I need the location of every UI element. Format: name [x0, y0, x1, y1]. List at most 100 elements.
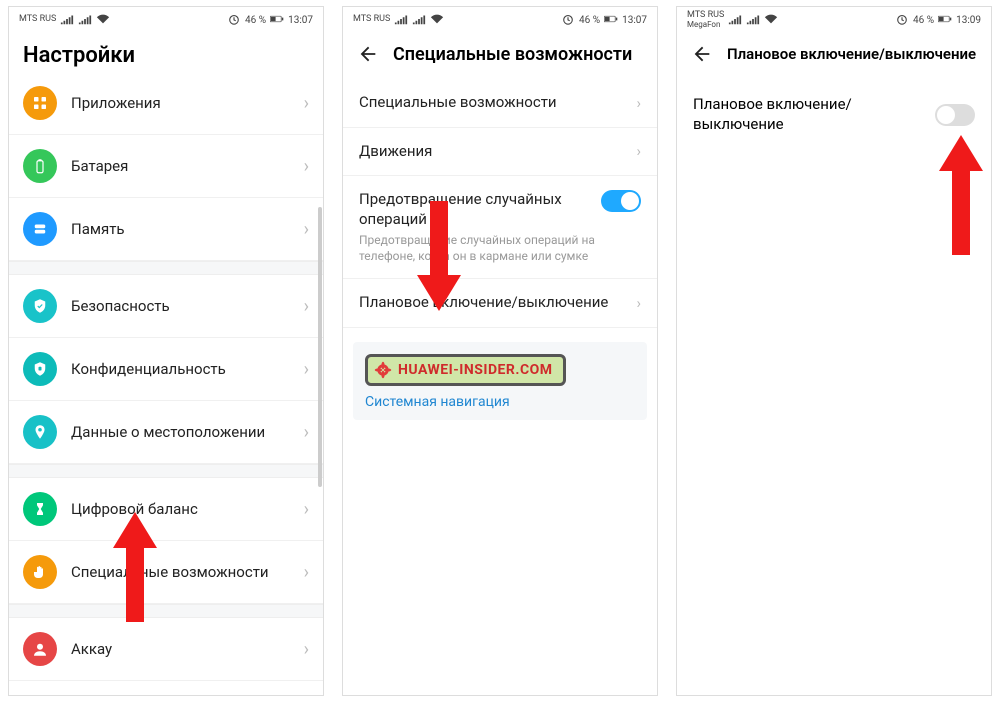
apps-icon	[23, 86, 57, 120]
list-item-motions[interactable]: Движения ›	[343, 128, 657, 177]
status-bar: MTS RUS 46 % 13:07	[9, 7, 323, 33]
battery-icon	[938, 13, 952, 28]
chevron-right-icon: ›	[304, 359, 309, 380]
list-item-label: Приложения	[71, 94, 296, 113]
toggle-label: Плановое включение/выключение	[693, 95, 935, 134]
chevron-right-icon: ›	[304, 422, 309, 443]
clock-time: 13:07	[622, 15, 647, 26]
list-item-location[interactable]: Данные о местоположении ›	[9, 401, 323, 464]
back-icon[interactable]	[357, 43, 379, 65]
phone-screen-accessibility: MTS RUS 46 % 13:07 Специальные возможнос…	[342, 6, 658, 696]
battery-icon	[270, 13, 284, 28]
hand-icon	[23, 555, 57, 589]
chevron-right-icon: ›	[304, 156, 309, 177]
list-item-accessibility[interactable]: Специальные возможности ›	[343, 79, 657, 128]
wifi-icon	[764, 13, 778, 28]
alarm-icon	[561, 13, 575, 28]
list-item-apps[interactable]: Приложения ›	[9, 82, 323, 135]
huawei-logo-icon	[374, 361, 392, 379]
list-item-label: Аккау	[71, 640, 296, 659]
list-item-accounts[interactable]: Аккау ›	[9, 618, 323, 681]
system-navigation-link[interactable]: Системная навигация	[365, 394, 635, 410]
header: Плановое включение/выключение	[677, 33, 991, 79]
section-divider	[9, 464, 323, 478]
section-divider	[9, 604, 323, 618]
chevron-right-icon: ›	[304, 562, 309, 583]
battery-percent: 46 %	[913, 15, 934, 26]
list-item-digital-balance[interactable]: Цифровой баланс ›	[9, 478, 323, 541]
toggle-scheduled-power[interactable]	[935, 104, 975, 126]
list-item-accessibility[interactable]: Специальные возможности ›	[9, 541, 323, 604]
badge-text: HUAWEI-INSIDER.COM	[398, 362, 553, 378]
shield-icon	[23, 289, 57, 323]
list-item-label: Предотвращение случайных операций	[359, 190, 601, 229]
list-item-label: Память	[71, 220, 296, 239]
chevron-right-icon: ›	[636, 294, 641, 312]
list-item-scheduled-power[interactable]: Плановое включение/выключение ›	[343, 279, 657, 328]
section-divider	[9, 261, 323, 275]
chevron-right-icon: ›	[304, 93, 309, 114]
list-item-label: Цифровой баланс	[71, 500, 296, 519]
signal-icon	[394, 13, 408, 28]
list-item-label: Данные о местоположении	[71, 423, 296, 442]
wifi-icon	[430, 13, 444, 28]
user-icon	[23, 632, 57, 666]
hourglass-icon	[23, 492, 57, 526]
clock-time: 13:09	[956, 15, 981, 26]
page-title: Настройки	[9, 33, 323, 82]
alarm-icon	[895, 13, 909, 28]
signal-icon	[78, 13, 92, 28]
carrier-text: MTS RUS MegaFon	[687, 11, 724, 30]
clock-time: 13:07	[288, 15, 313, 26]
list-item-pocket-protection[interactable]: Предотвращение случайных операций Предот…	[343, 176, 657, 279]
list-item-security[interactable]: Безопасность ›	[9, 275, 323, 338]
battery-icon	[604, 13, 618, 28]
alarm-icon	[227, 13, 241, 28]
promo-block: HUAWEI-INSIDER.COM Системная навигация	[353, 342, 647, 420]
toggle-pocket-protection[interactable]	[601, 190, 641, 212]
carrier-text: MTS RUS	[19, 15, 56, 25]
toggle-row-scheduled-power[interactable]: Плановое включение/выключение	[677, 79, 991, 150]
battery-percent: 46 %	[245, 15, 266, 26]
arrow-annotation-icon	[939, 135, 983, 255]
lock-icon	[23, 352, 57, 386]
signal-icon	[60, 13, 74, 28]
list-item-label: Специальные возможности	[359, 93, 557, 111]
back-icon[interactable]	[691, 43, 713, 65]
battery-icon	[23, 149, 57, 183]
list-item-description: Предотвращение случайных операций на тел…	[359, 232, 601, 264]
list-item-storage[interactable]: Память ›	[9, 198, 323, 261]
signal-icon	[412, 13, 426, 28]
page-title: Плановое включение/выключение	[727, 45, 976, 63]
settings-list: Приложения › Батарея › Память › Безопасн…	[9, 82, 323, 695]
list-item-battery[interactable]: Батарея ›	[9, 135, 323, 198]
page-title: Специальные возможности	[393, 44, 632, 65]
chevron-right-icon: ›	[304, 639, 309, 660]
chevron-right-icon: ›	[304, 219, 309, 240]
status-bar: MTS RUS 46 % 13:07	[343, 7, 657, 33]
scrollbar[interactable]	[318, 207, 322, 487]
chevron-right-icon: ›	[636, 142, 641, 160]
accessibility-list: Специальные возможности › Движения › Пре…	[343, 79, 657, 695]
storage-icon	[23, 212, 57, 246]
list-item-privacy[interactable]: Конфиденциальность ›	[9, 338, 323, 401]
chevron-right-icon: ›	[304, 296, 309, 317]
phone-screen-settings: MTS RUS 46 % 13:07 Настройки Приложения …	[8, 6, 324, 696]
signal-icon	[728, 13, 742, 28]
carrier-text: MTS RUS	[353, 15, 390, 25]
phone-screen-scheduled-power: MTS RUS MegaFon 46 % 13:09 Плановое вклю…	[676, 6, 992, 696]
battery-percent: 46 %	[579, 15, 600, 26]
list-item-label: Движения	[359, 142, 432, 160]
wifi-icon	[96, 13, 110, 28]
list-item-label: Специальные возможности	[71, 563, 296, 582]
list-item-label: Безопасность	[71, 297, 296, 316]
location-icon	[23, 415, 57, 449]
chevron-right-icon: ›	[304, 499, 309, 520]
status-bar: MTS RUS MegaFon 46 % 13:09	[677, 7, 991, 33]
signal-icon	[746, 13, 760, 28]
list-item-google[interactable]: Google ›	[9, 681, 323, 695]
list-item-label: Конфиденциальность	[71, 360, 296, 379]
list-item-label: Плановое включение/выключение	[359, 293, 608, 311]
list-item-label: Батарея	[71, 157, 296, 176]
header: Специальные возможности	[343, 33, 657, 79]
